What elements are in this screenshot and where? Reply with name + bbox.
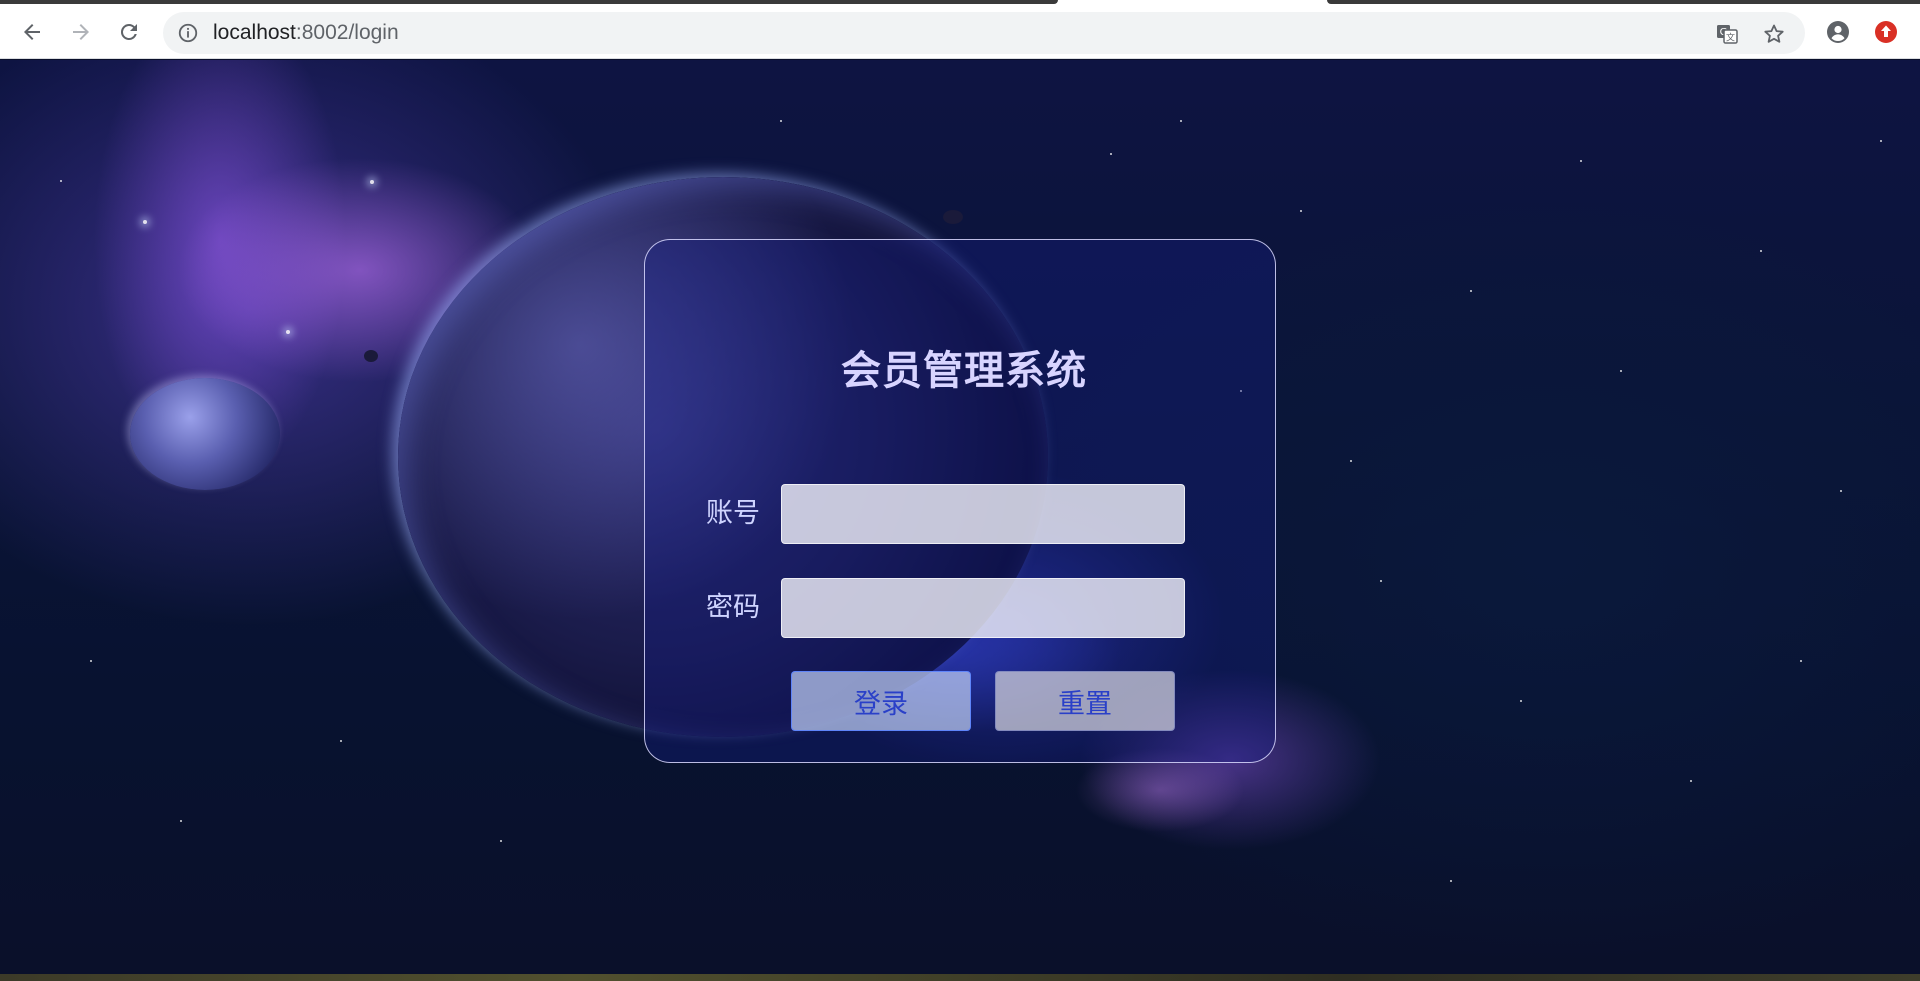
star xyxy=(286,330,290,334)
update-button[interactable] xyxy=(1870,16,1902,48)
star xyxy=(1880,140,1882,142)
svg-text:文: 文 xyxy=(1726,32,1735,44)
star-icon xyxy=(1764,24,1784,43)
reload-icon xyxy=(120,23,137,40)
url-host: localhost xyxy=(213,21,296,44)
star xyxy=(1350,460,1352,462)
star xyxy=(90,660,92,662)
bookmark-button[interactable] xyxy=(1761,21,1787,47)
star xyxy=(1470,290,1472,292)
star xyxy=(780,120,782,122)
password-input[interactable] xyxy=(781,578,1185,638)
star xyxy=(1580,160,1582,162)
system-title: 会员管理系统 xyxy=(841,348,1087,394)
reset-button[interactable]: 重置 xyxy=(995,671,1175,731)
star xyxy=(1760,250,1762,252)
star xyxy=(1840,490,1842,492)
info-icon[interactable] xyxy=(177,22,199,44)
profile-button[interactable] xyxy=(1822,16,1854,48)
password-label: 密码 xyxy=(706,592,760,623)
star xyxy=(1690,780,1692,782)
star xyxy=(60,180,62,182)
star xyxy=(1180,120,1182,122)
account-input[interactable] xyxy=(781,484,1185,544)
star xyxy=(1620,370,1622,372)
star xyxy=(500,840,502,842)
star xyxy=(143,220,147,224)
star xyxy=(180,820,182,822)
translate-button[interactable]: G 文 xyxy=(1714,21,1740,47)
star xyxy=(1450,880,1452,882)
arrow-right-icon xyxy=(73,24,89,40)
address-bar[interactable]: localhost:8002/login G 文 xyxy=(163,12,1805,54)
star xyxy=(1800,660,1802,662)
account-icon xyxy=(1827,21,1849,43)
star xyxy=(1380,580,1382,582)
asteroid xyxy=(943,210,963,224)
moon-image xyxy=(130,378,280,490)
star xyxy=(370,180,374,184)
login-form: 会员管理系统 账号 密码 登录 重置 xyxy=(644,239,1276,763)
account-label: 账号 xyxy=(706,498,760,529)
update-icon xyxy=(1875,21,1897,43)
taskbar-strip xyxy=(0,974,1920,981)
star xyxy=(1300,210,1302,212)
url-path: :8002/login xyxy=(295,21,399,44)
url-text[interactable]: localhost:8002/login xyxy=(213,21,399,45)
asteroid xyxy=(364,350,378,362)
forward-button[interactable] xyxy=(65,16,97,48)
back-button[interactable] xyxy=(16,16,48,48)
translate-icon: G 文 xyxy=(1717,25,1738,44)
reload-button[interactable] xyxy=(113,16,145,48)
star xyxy=(1520,700,1522,702)
star xyxy=(340,740,342,742)
arrow-left-icon xyxy=(24,24,40,40)
star xyxy=(1110,153,1112,155)
browser-toolbar: localhost:8002/login G 文 xyxy=(0,4,1920,59)
login-button[interactable]: 登录 xyxy=(791,671,971,731)
